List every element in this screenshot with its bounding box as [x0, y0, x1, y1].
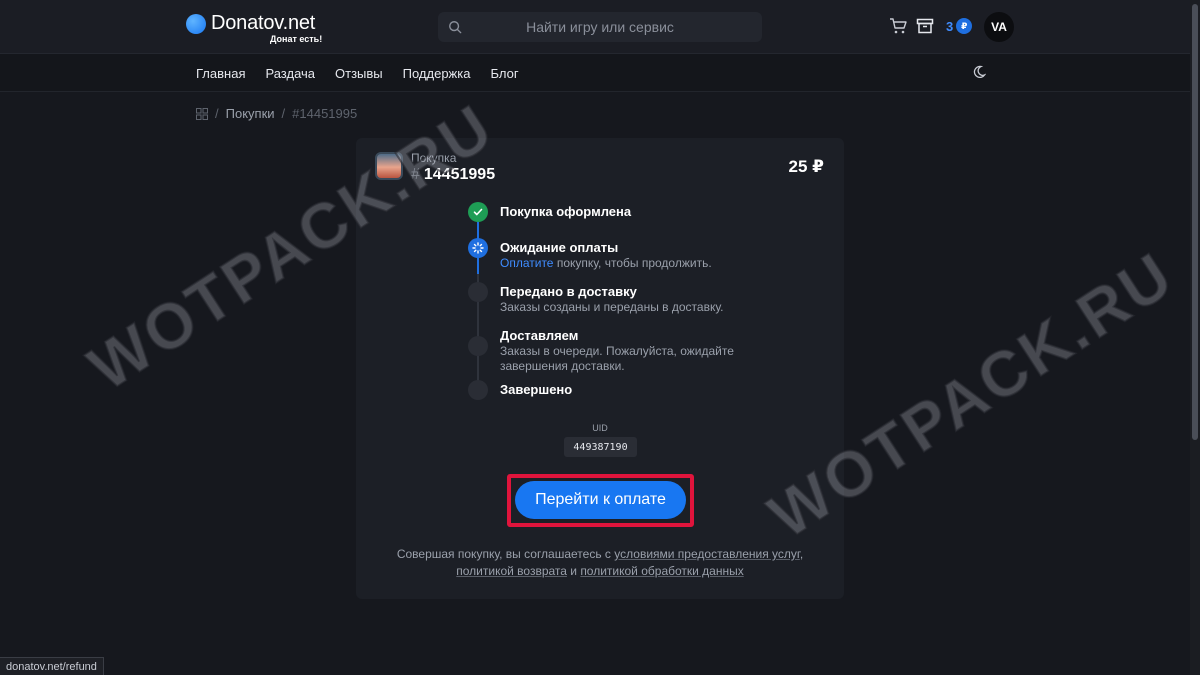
order-hash: #	[411, 166, 420, 183]
legal-text: ,	[799, 547, 804, 561]
legal-text: Совершая покупку, вы соглашаетесь с	[396, 547, 615, 561]
nav-item-reviews[interactable]: Отзывы	[335, 66, 383, 81]
top-header: Donatov.net Донат есть! 3 ₽ VA	[0, 0, 1200, 54]
cart-icon[interactable]	[889, 17, 907, 35]
scrollbar-thumb[interactable]	[1192, 4, 1198, 440]
nav-item-home[interactable]: Главная	[196, 66, 245, 81]
logo[interactable]: Donatov.net	[186, 12, 315, 35]
search-bar[interactable]	[438, 12, 762, 42]
go-to-payment-button[interactable]: Перейти к оплате	[515, 481, 686, 519]
order-card: Покупка #14451995 25 ₽ Покупка оформлена	[356, 138, 844, 599]
step-title: Завершено	[500, 382, 573, 397]
game-thumbnail-icon	[375, 152, 403, 180]
order-label: Покупка	[411, 151, 457, 165]
step-description: Заказы в очереди. Пожалуйста, ожидайте з…	[500, 344, 734, 373]
terms-link[interactable]: условиями предоставления услуг	[614, 547, 800, 561]
uid-value[interactable]: 449387190	[564, 437, 637, 457]
scrollbar[interactable]	[1190, 0, 1200, 675]
legal-text: и	[566, 564, 581, 578]
user-avatar[interactable]: VA	[984, 12, 1014, 42]
balance-value: 3	[946, 18, 954, 34]
pay-link[interactable]: Оплатите	[500, 256, 553, 270]
pending-step-icon	[468, 380, 488, 400]
logo-icon	[186, 13, 206, 34]
uid-label: UID	[592, 423, 608, 433]
search-icon	[449, 21, 462, 34]
step-description: Заказы созданы и переданы в доставку.	[500, 300, 724, 314]
logo-subtitle: Донат есть!	[270, 34, 323, 44]
refund-policy-link[interactable]: политикой возврата	[456, 564, 567, 578]
theme-toggle-moon-icon[interactable]	[972, 65, 986, 79]
check-icon	[468, 202, 488, 222]
balance-indicator[interactable]: 3 ₽	[946, 18, 973, 34]
breadcrumb: / Покупки / #14451995	[196, 106, 357, 121]
search-input[interactable]	[438, 12, 762, 42]
nav-item-giveaway[interactable]: Раздача	[265, 66, 315, 81]
step-title: Доставляем	[500, 328, 579, 343]
nav-item-blog[interactable]: Блог	[490, 66, 518, 81]
order-number-value: 14451995	[423, 166, 496, 183]
breadcrumb-purchases[interactable]: Покупки	[226, 106, 275, 121]
coin-icon: ₽	[956, 18, 973, 34]
grid-home-icon[interactable]	[196, 107, 208, 120]
loading-spinner-icon	[468, 238, 488, 258]
pending-step-icon	[468, 282, 488, 302]
step-description-text: покупку, чтобы продолжить.	[553, 256, 712, 270]
archive-box-icon[interactable]	[916, 17, 934, 35]
main-navigation: Главная Раздача Отзывы Поддержка Блог	[0, 54, 1200, 92]
pending-step-icon	[468, 336, 488, 356]
step-description: Оплатите покупку, чтобы продолжить.	[500, 256, 760, 271]
logo-text: Donatov.net	[211, 12, 316, 34]
breadcrumb-current: #14451995	[292, 106, 358, 121]
breadcrumb-separator: /	[215, 106, 219, 121]
step-title: Покупка оформлена	[500, 204, 632, 219]
privacy-policy-link[interactable]: политикой обработки данных	[580, 564, 743, 578]
nav-item-support[interactable]: Поддержка	[403, 66, 471, 81]
breadcrumb-separator: /	[281, 106, 286, 121]
step-title: Передано в доставку	[500, 284, 637, 299]
link-status-url: donatov.net/refund	[0, 657, 104, 675]
order-price: 25 ₽	[788, 157, 824, 176]
step-title: Ожидание оплаты	[500, 240, 619, 255]
legal-notice: Совершая покупку, вы соглашаетесь с усло…	[376, 546, 824, 580]
order-number: #14451995	[411, 166, 495, 184]
